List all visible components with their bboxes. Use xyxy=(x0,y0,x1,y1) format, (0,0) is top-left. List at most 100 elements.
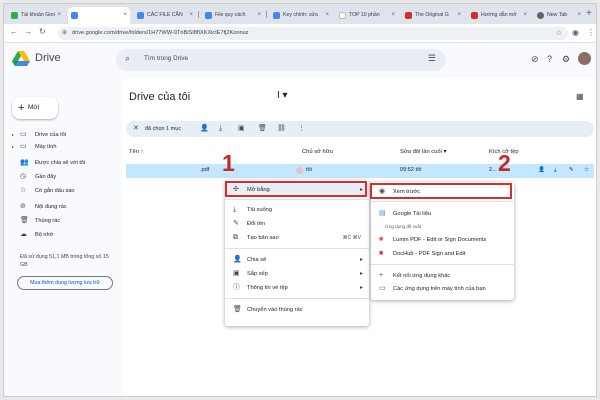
sidebar-item-computers[interactable]: ▸ ▭ Máy tính xyxy=(8,141,118,153)
trash-icon: 🗑 xyxy=(20,217,29,224)
info-icon: ⓘ xyxy=(233,284,240,291)
back-icon[interactable]: ← xyxy=(10,27,18,36)
menu-item-file-info[interactable]: ⓘ Thông tin về tệp ▸ xyxy=(225,282,369,294)
tab-separator xyxy=(266,11,267,18)
chevron-right-icon: ▸ xyxy=(359,285,363,291)
sidebar-item-shared[interactable]: 👥 Được chia sẻ với tôi xyxy=(8,157,118,169)
column-owner[interactable]: Chủ sở hữu xyxy=(302,149,333,155)
url-text: drive.google.com/drive/folders/1H77WW-9T… xyxy=(72,30,249,36)
sidebar-item-starred[interactable]: ☆ Có gắn dấu sao xyxy=(8,185,118,197)
drive-logo-icon[interactable] xyxy=(12,51,30,67)
reload-icon[interactable]: ↻ xyxy=(39,27,46,36)
new-button[interactable]: + Mới xyxy=(12,97,58,119)
browser-tab[interactable]: The Original G × xyxy=(402,7,464,24)
share-icon[interactable]: 👤 xyxy=(200,121,209,137)
browser-tab[interactable]: File quy cách × xyxy=(202,7,264,24)
status-icon[interactable]: ⊘ xyxy=(531,54,539,65)
column-modified-label: Sửa đổi lần cuối xyxy=(400,149,442,155)
column-modified[interactable]: Sửa đổi lần cuối ▾ xyxy=(400,149,446,155)
sort-arrow-icon: ↑ xyxy=(140,149,144,155)
more-actions-icon[interactable]: ⋮ xyxy=(298,121,305,137)
tab-close-icon[interactable]: × xyxy=(523,7,527,24)
tab-favicon xyxy=(71,12,78,19)
tab-favicon xyxy=(471,12,478,19)
download-icon[interactable]: ⤓ xyxy=(219,121,222,137)
forward-icon[interactable]: → xyxy=(24,27,32,36)
shortcut-hint: ⌘C ⌘V xyxy=(342,235,361,241)
sidebar-item-recent[interactable]: ◷ Gần đây xyxy=(8,171,118,183)
browser-tab-active[interactable]: × xyxy=(68,7,130,24)
share-icon[interactable]: 👤 xyxy=(538,167,545,173)
browser-tab[interactable]: Tài khoản Goo × xyxy=(8,7,64,24)
tab-close-icon[interactable]: × xyxy=(325,7,329,24)
browser-tab[interactable]: CÁC FILE CẦN × xyxy=(134,7,196,24)
expand-caret-icon[interactable]: ▸ xyxy=(12,141,14,153)
search-bar[interactable]: ⌕ Tìm trong Drive ☰ xyxy=(116,49,446,71)
rename-icon[interactable]: ✎ xyxy=(569,167,574,173)
menu-item-organize[interactable]: ▣ Sắp xếp ▸ xyxy=(225,268,369,280)
screen: Tài khoản Goo × × CÁC FILE CẦN × File quy … xyxy=(3,3,597,397)
search-icon[interactable]: ⌕ xyxy=(125,53,130,64)
grid-view-icon[interactable]: ▦ xyxy=(576,92,584,101)
menu-item-move-to-trash[interactable]: 🗑 Chuyển vào thùng rác xyxy=(225,304,369,316)
tab-close-icon[interactable]: × xyxy=(257,7,261,24)
address-bar[interactable]: ⊕ drive.google.com/drive/folders/1H77WW-… xyxy=(58,27,568,40)
new-tab-icon[interactable]: + xyxy=(586,8,592,19)
download-icon[interactable]: ⤓ xyxy=(554,167,556,174)
tab-close-icon[interactable]: × xyxy=(57,7,61,24)
menu-item-label: Các ứng dụng trên máy tính của bạn xyxy=(393,286,486,292)
file-owner: tôi xyxy=(306,167,312,173)
tab-close-icon[interactable]: × xyxy=(457,7,461,24)
browser-tab[interactable]: Key chính: sửa × xyxy=(270,7,332,24)
expand-caret-icon[interactable]: ▸ xyxy=(12,129,14,141)
file-modified: 09:52 tôi xyxy=(400,167,422,173)
sidebar-item-spam[interactable]: ⊘ Nội dung rác xyxy=(8,201,118,213)
tab-close-icon[interactable]: × xyxy=(189,7,193,24)
clear-selection-icon[interactable]: ✕ xyxy=(133,121,139,137)
browser-tab[interactable]: New Tab × xyxy=(534,7,584,24)
submenu-item-google-docs[interactable]: ▤ Google Tài liệu xyxy=(371,208,514,220)
menu-item-share[interactable]: 👤 Chia sẻ ▸ xyxy=(225,254,369,266)
submenu-item-desktop-apps[interactable]: ▭ Các ứng dụng trên máy tính của bạn xyxy=(371,283,514,295)
move-icon[interactable]: ▣ xyxy=(238,121,245,137)
page-title[interactable]: Drive của tôi xyxy=(129,91,190,103)
step-number-1: 1 xyxy=(222,150,235,176)
sidebar-item-trash[interactable]: 🗑 Thùng rác xyxy=(8,215,118,227)
menu-item-download[interactable]: ⤓ Tải xuống xyxy=(225,204,369,216)
link-icon[interactable]: ⛓ xyxy=(277,121,286,137)
browser-tab[interactable]: TOP 10 phần × xyxy=(336,7,398,24)
search-options-icon[interactable]: ☰ xyxy=(428,53,436,64)
menu-item-make-copy[interactable]: ⧉ Tạo bản sao ⌘C ⌘V xyxy=(225,232,369,244)
profile-icon[interactable]: ◉ xyxy=(572,28,579,37)
submenu-item-connect-apps[interactable]: + Kết nối ứng dụng khác xyxy=(371,270,514,282)
submenu-item-lumin-pdf[interactable]: ■ Lumin PDF - Edit or Sign Documents xyxy=(371,234,514,246)
site-info-icon[interactable]: ⊕ xyxy=(62,27,67,40)
menu-divider xyxy=(225,248,369,249)
lumin-icon: ■ xyxy=(379,236,384,243)
tab-close-icon[interactable]: × xyxy=(123,7,127,24)
shared-icon: 👥 xyxy=(20,159,29,166)
file-row-selected[interactable]: .pdf tôi 09:52 tôi 2... 👤 ⤓ ✎ ☆ xyxy=(126,164,594,178)
search-placeholder: Tìm trong Drive xyxy=(144,55,189,62)
sidebar-item-my-drive[interactable]: ▸ ▭ Drive của tôi xyxy=(8,129,118,141)
tab-close-icon[interactable]: × xyxy=(577,7,581,24)
help-icon[interactable]: ? xyxy=(547,54,552,64)
tab-close-icon[interactable]: × xyxy=(391,7,395,24)
browser-tab[interactable]: Hướng dẫn mở × xyxy=(468,7,530,24)
buy-storage-button[interactable]: Mua thêm dung lượng lưu trữ xyxy=(17,276,113,290)
account-avatar[interactable] xyxy=(578,52,591,65)
submenu-item-dochub[interactable]: ■ DocHub - PDF Sign and Edit xyxy=(371,248,514,260)
delete-icon[interactable]: 🗑 xyxy=(258,121,267,137)
bookmark-star-icon[interactable]: ☆ xyxy=(556,27,562,40)
settings-gear-icon[interactable]: ⚙ xyxy=(562,54,570,65)
tab-favicon xyxy=(205,12,212,19)
star-icon: ☆ xyxy=(20,187,27,194)
menu-divider xyxy=(225,199,369,200)
browser-menu-icon[interactable]: ⋮ xyxy=(587,28,595,37)
column-name[interactable]: Tên ↑ xyxy=(129,149,144,155)
star-icon[interactable]: ☆ xyxy=(584,167,589,173)
sidebar-item-storage[interactable]: ☁ Bộ nhớ xyxy=(8,229,118,241)
sidebar-item-label: Drive của tôi xyxy=(35,132,67,138)
sidebar-item-label: Được chia sẻ với tôi xyxy=(35,160,86,166)
menu-item-rename[interactable]: ✎ Đổi tên xyxy=(225,218,369,230)
